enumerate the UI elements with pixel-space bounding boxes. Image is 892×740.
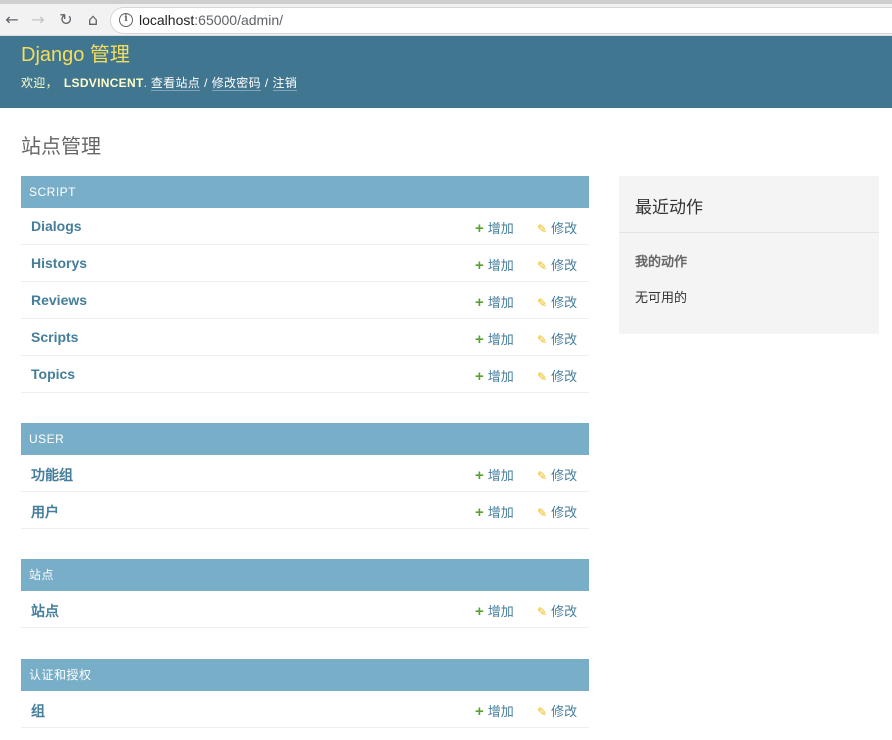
forward-arrow-icon[interactable]: → [28,10,48,30]
model-row: Reviews + 增加 ✎ 修改 [21,282,589,319]
add-link[interactable]: + 增加 [475,255,514,274]
welcome-text: 欢迎， [21,76,58,90]
pencil-icon: ✎ [537,370,548,384]
model-row: Scripts + 增加 ✎ 修改 [21,319,589,356]
separator: / [264,76,269,90]
model-row: 用户 + 增加 ✎ 修改 [21,492,589,529]
change-link[interactable]: ✎ 修改 [537,366,577,385]
pencil-icon: ✎ [537,222,548,236]
add-link[interactable]: + 增加 [475,502,514,521]
address-bar[interactable]: i localhost:65000/admin/ [110,7,892,34]
plus-icon: + [475,220,484,237]
no-actions-text: 无可用的 [635,290,688,305]
app-module-user: USER 功能组 + 增加 ✎ 修改 用户 + 增加 ✎ 修改 [21,423,589,529]
reload-icon[interactable]: ↻ [56,10,76,30]
my-actions-heading: 我的动作 [635,254,688,269]
module-caption[interactable]: 站点 [21,559,589,591]
add-link[interactable]: + 增加 [475,601,514,620]
page-title: 站点管理 [21,136,101,158]
model-link[interactable]: Historys [31,255,87,271]
url-host: localhost [139,12,195,28]
model-link[interactable]: 组 [31,701,45,721]
add-link[interactable]: + 增加 [475,366,514,385]
add-link[interactable]: + 增加 [475,465,514,484]
username: LSDVINCENT [63,76,144,90]
plus-icon: + [475,603,484,620]
pencil-icon: ✎ [537,605,548,619]
home-icon[interactable]: ⌂ [83,10,103,30]
add-link[interactable]: + 增加 [475,329,514,348]
plus-icon: + [475,467,484,484]
app-module-auth: 认证和授权 组 + 增加 ✎ 修改 [21,659,589,728]
view-site-link[interactable]: 查看站点 [150,76,201,91]
back-arrow-icon[interactable]: ← [2,10,22,30]
model-link[interactable]: Dialogs [31,218,82,234]
plus-icon: + [475,257,484,274]
app-module-script: SCRIPT Dialogs + 增加 ✎ 修改 Historys + 增加 ✎ 修改 … [21,176,589,393]
browser-toolbar: ← → ↻ ⌂ i localhost:65000/admin/ [0,0,892,36]
plus-icon: + [475,331,484,348]
pencil-icon: ✎ [537,259,548,273]
change-link[interactable]: ✎ 修改 [537,329,577,348]
pencil-icon: ✎ [537,506,548,520]
change-link[interactable]: ✎ 修改 [537,601,577,620]
module-caption[interactable]: 认证和授权 [21,659,589,691]
plus-icon: + [475,703,484,720]
divider [619,232,879,233]
model-row: Historys + 增加 ✎ 修改 [21,245,589,282]
change-link[interactable]: ✎ 修改 [537,502,577,521]
model-link[interactable]: Scripts [31,329,78,345]
separator: / [204,76,208,90]
change-password-link[interactable]: 修改密码 [211,76,261,91]
logout-link[interactable]: 注销 [272,76,298,91]
change-link[interactable]: ✎ 修改 [537,701,577,720]
module-caption[interactable]: USER [21,423,589,455]
module-caption[interactable]: SCRIPT [21,176,589,208]
admin-header: Django 管理 欢迎， LSDVINCENT. 查看站点 / 修改密码 / 注销 [0,36,892,108]
plus-icon: + [475,504,484,521]
change-link[interactable]: ✎ 修改 [537,255,577,274]
add-link[interactable]: + 增加 [475,701,514,720]
user-tools: 欢迎， LSDVINCENT. 查看站点 / 修改密码 / 注销 [21,76,298,91]
url-text: localhost:65000/admin/ [139,12,283,28]
model-link[interactable]: Topics [31,366,75,382]
model-row: 功能组 + 增加 ✎ 修改 [21,455,589,492]
model-link[interactable]: 用户 [31,502,59,522]
pencil-icon: ✎ [537,705,548,719]
change-link[interactable]: ✎ 修改 [537,218,577,237]
model-link[interactable]: 站点 [31,601,59,621]
model-link[interactable]: 功能组 [31,465,73,485]
site-branding[interactable]: Django 管理 [21,38,130,67]
model-row: 站点 + 增加 ✎ 修改 [21,591,589,628]
add-link[interactable]: + 增加 [475,218,514,237]
change-link[interactable]: ✎ 修改 [537,292,577,311]
pencil-icon: ✎ [537,296,548,310]
add-link[interactable]: + 增加 [475,292,514,311]
model-row: Topics + 增加 ✎ 修改 [21,356,589,393]
pencil-icon: ✎ [537,469,548,483]
plus-icon: + [475,368,484,385]
plus-icon: + [475,294,484,311]
recent-actions-panel: 最近动作 我的动作 无可用的 [619,176,879,334]
model-row: 组 + 增加 ✎ 修改 [21,691,589,728]
model-row: Dialogs + 增加 ✎ 修改 [21,208,589,245]
url-path: :65000/admin/ [194,12,283,28]
change-link[interactable]: ✎ 修改 [537,465,577,484]
info-icon[interactable]: i [119,13,133,27]
model-link[interactable]: Reviews [31,292,87,308]
pencil-icon: ✎ [537,333,548,347]
app-module-sites: 站点 站点 + 增加 ✎ 修改 [21,559,589,628]
recent-actions-title: 最近动作 [635,198,703,217]
